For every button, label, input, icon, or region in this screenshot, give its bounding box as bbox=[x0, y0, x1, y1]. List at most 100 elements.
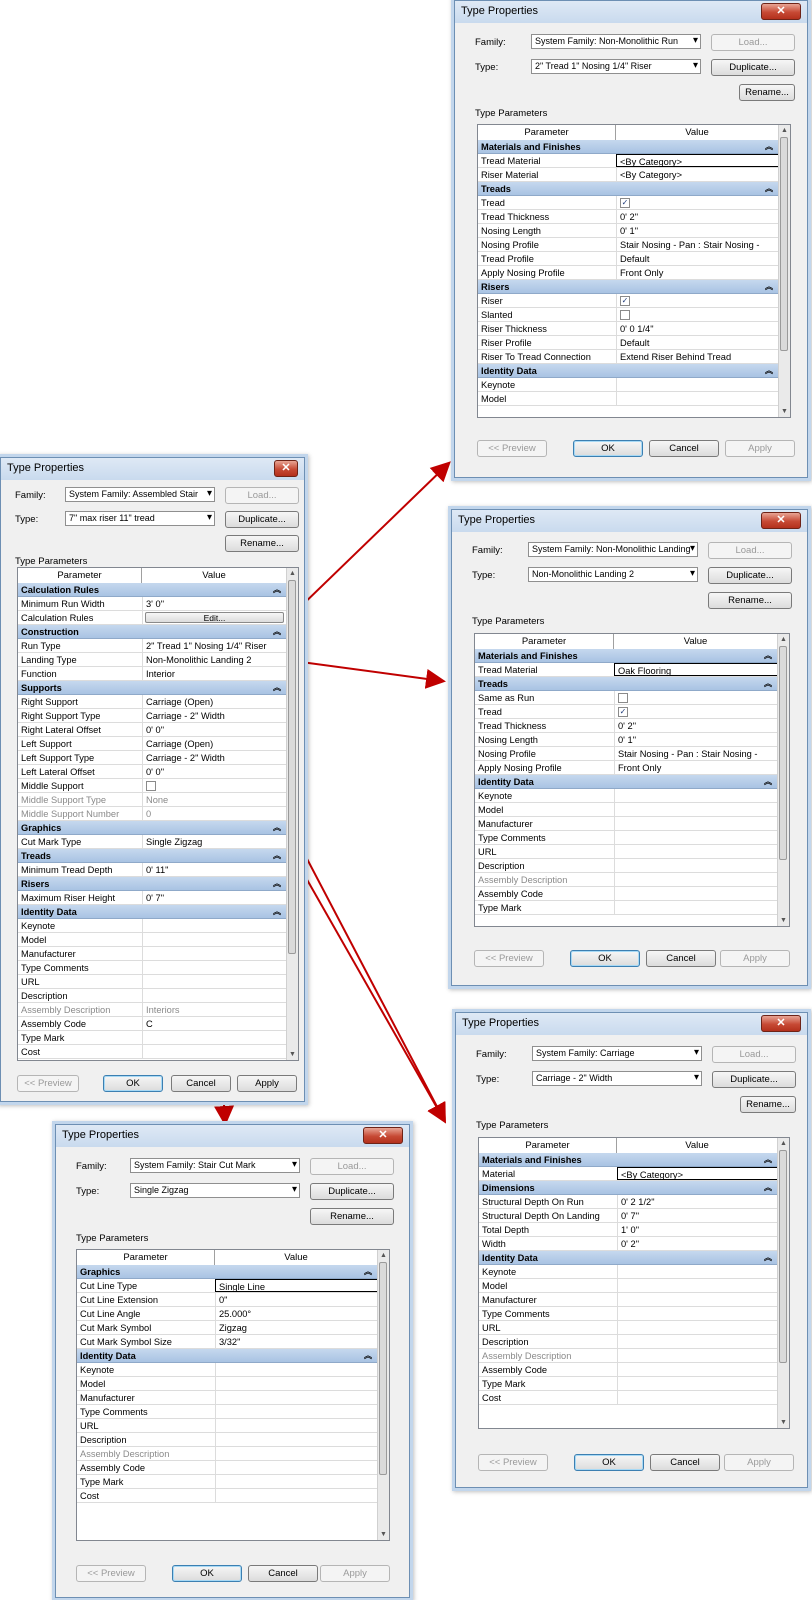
parameter-value[interactable] bbox=[614, 789, 778, 802]
ok-button[interactable]: OK bbox=[574, 1454, 644, 1471]
parameter-value[interactable] bbox=[617, 1363, 778, 1376]
column-header-parameter[interactable]: Parameter bbox=[478, 125, 616, 140]
parameter-value[interactable] bbox=[614, 873, 778, 886]
parameter-value[interactable] bbox=[142, 1045, 287, 1058]
collapse-icon[interactable]: ︽ bbox=[765, 140, 773, 154]
group-header[interactable]: Supports ︽ bbox=[18, 681, 287, 695]
parameter-value[interactable]: 0' 0" bbox=[142, 723, 287, 736]
collapse-icon[interactable]: ︽ bbox=[764, 1251, 772, 1265]
group-header[interactable]: Graphics ︽ bbox=[18, 821, 287, 835]
cancel-button[interactable]: Cancel bbox=[650, 1454, 720, 1471]
parameter-value[interactable] bbox=[617, 1293, 778, 1306]
parameter-value[interactable]: 2" Tread 1" Nosing 1/4" Riser bbox=[142, 639, 287, 652]
group-header[interactable]: Identity Data ︽ bbox=[479, 1251, 778, 1265]
vertical-scrollbar[interactable]: ▲ ▼ bbox=[286, 568, 298, 1060]
scroll-thumb[interactable] bbox=[780, 137, 788, 351]
ok-button[interactable]: OK bbox=[573, 440, 643, 457]
parameter-value[interactable]: 0' 2" bbox=[616, 210, 779, 223]
column-header-value[interactable]: Value bbox=[616, 125, 779, 140]
close-button[interactable]: ✕ bbox=[761, 1015, 801, 1032]
duplicate-button[interactable]: Duplicate... bbox=[225, 511, 299, 528]
apply-button[interactable]: Apply bbox=[724, 1454, 794, 1471]
parameter-value[interactable] bbox=[614, 803, 778, 816]
parameter-value[interactable]: 0' 0" bbox=[142, 765, 287, 778]
unchecked-icon[interactable] bbox=[618, 692, 628, 703]
parameter-value[interactable] bbox=[617, 1265, 778, 1278]
scroll-thumb[interactable] bbox=[288, 580, 296, 954]
parameter-value[interactable]: 0' 0 1/4" bbox=[616, 322, 779, 335]
scroll-thumb[interactable] bbox=[779, 646, 787, 860]
scroll-thumb[interactable] bbox=[379, 1262, 387, 1475]
parameter-value[interactable] bbox=[614, 817, 778, 830]
duplicate-button[interactable]: Duplicate... bbox=[310, 1183, 394, 1200]
close-button[interactable]: ✕ bbox=[363, 1127, 403, 1144]
parameter-value[interactable]: 0' 2" bbox=[617, 1237, 778, 1250]
parameter-value[interactable]: 0" bbox=[215, 1293, 378, 1306]
group-header[interactable]: Treads ︽ bbox=[475, 677, 778, 691]
scroll-down-icon[interactable]: ▼ bbox=[778, 915, 789, 926]
group-header[interactable]: Risers ︽ bbox=[478, 280, 779, 294]
load-button[interactable]: Load... bbox=[310, 1158, 394, 1175]
group-header[interactable]: Dimensions ︽ bbox=[479, 1181, 778, 1195]
apply-button[interactable]: Apply bbox=[725, 440, 795, 457]
rename-button[interactable]: Rename... bbox=[708, 592, 792, 609]
cancel-button[interactable]: Cancel bbox=[649, 440, 719, 457]
parameter-value[interactable] bbox=[142, 989, 287, 1002]
parameter-value[interactable] bbox=[142, 975, 287, 988]
collapse-icon[interactable]: ︽ bbox=[273, 681, 281, 695]
unchecked-icon[interactable] bbox=[620, 309, 630, 320]
parameter-value[interactable]: Interiors bbox=[142, 1003, 287, 1016]
group-header[interactable]: Treads ︽ bbox=[478, 182, 779, 196]
group-header[interactable]: Construction ︽ bbox=[18, 625, 287, 639]
collapse-icon[interactable]: ︽ bbox=[273, 821, 281, 835]
collapse-icon[interactable]: ︽ bbox=[273, 905, 281, 919]
parameter-value[interactable] bbox=[617, 1307, 778, 1320]
parameter-value[interactable] bbox=[616, 392, 779, 405]
collapse-icon[interactable]: ︽ bbox=[765, 182, 773, 196]
rename-button[interactable]: Rename... bbox=[740, 1096, 796, 1113]
parameter-value[interactable] bbox=[215, 1405, 378, 1418]
parameter-value[interactable]: Carriage (Open) bbox=[142, 695, 287, 708]
rename-button[interactable]: Rename... bbox=[225, 535, 299, 552]
parameter-value[interactable] bbox=[617, 1321, 778, 1334]
parameter-value[interactable]: 3/32" bbox=[215, 1335, 378, 1348]
scroll-down-icon[interactable]: ▼ bbox=[778, 1417, 789, 1428]
parameter-value[interactable] bbox=[614, 859, 778, 872]
collapse-icon[interactable]: ︽ bbox=[364, 1265, 372, 1279]
parameter-value[interactable]: Extend Riser Behind Tread bbox=[616, 350, 779, 363]
vertical-scrollbar[interactable]: ▲ ▼ bbox=[777, 634, 789, 926]
parameter-checkbox[interactable]: ✓ bbox=[616, 294, 779, 307]
parameter-value[interactable]: 1' 0" bbox=[617, 1223, 778, 1236]
scroll-up-icon[interactable]: ▲ bbox=[378, 1250, 389, 1261]
parameter-value[interactable]: Stair Nosing - Pan : Stair Nosing - bbox=[614, 747, 778, 760]
parameter-value[interactable] bbox=[614, 831, 778, 844]
scroll-down-icon[interactable]: ▼ bbox=[378, 1529, 389, 1540]
load-button[interactable]: Load... bbox=[712, 1046, 796, 1063]
parameter-value[interactable] bbox=[617, 1349, 778, 1362]
apply-button[interactable]: Apply bbox=[320, 1565, 390, 1582]
duplicate-button[interactable]: Duplicate... bbox=[711, 59, 795, 76]
group-header[interactable]: Materials and Finishes ︽ bbox=[479, 1153, 778, 1167]
collapse-icon[interactable]: ︽ bbox=[764, 775, 772, 789]
parameter-value[interactable] bbox=[215, 1377, 378, 1390]
parameter-value[interactable]: Zigzag bbox=[215, 1321, 378, 1334]
group-header[interactable]: Graphics ︽ bbox=[77, 1265, 378, 1279]
preview-button[interactable]: << Preview bbox=[17, 1075, 79, 1092]
collapse-icon[interactable]: ︽ bbox=[273, 625, 281, 639]
parameter-value[interactable] bbox=[215, 1447, 378, 1460]
vertical-scrollbar[interactable]: ▲ ▼ bbox=[778, 125, 790, 417]
parameter-value[interactable]: Front Only bbox=[614, 761, 778, 774]
parameter-value[interactable] bbox=[142, 933, 287, 946]
family-select[interactable]: System Family: Non-Monolithic Run bbox=[531, 34, 701, 49]
collapse-icon[interactable]: ︽ bbox=[764, 1153, 772, 1167]
preview-button[interactable]: << Preview bbox=[478, 1454, 548, 1471]
parameter-value[interactable]: Oak Flooring bbox=[614, 663, 778, 676]
parameter-value[interactable] bbox=[617, 1279, 778, 1292]
collapse-icon[interactable]: ︽ bbox=[764, 677, 772, 691]
parameter-value[interactable] bbox=[617, 1335, 778, 1348]
collapse-icon[interactable]: ︽ bbox=[273, 877, 281, 891]
rename-button[interactable]: Rename... bbox=[739, 84, 795, 101]
parameter-value[interactable]: 0' 1" bbox=[616, 224, 779, 237]
parameter-value[interactable]: 0' 7" bbox=[617, 1209, 778, 1222]
preview-button[interactable]: << Preview bbox=[474, 950, 544, 967]
